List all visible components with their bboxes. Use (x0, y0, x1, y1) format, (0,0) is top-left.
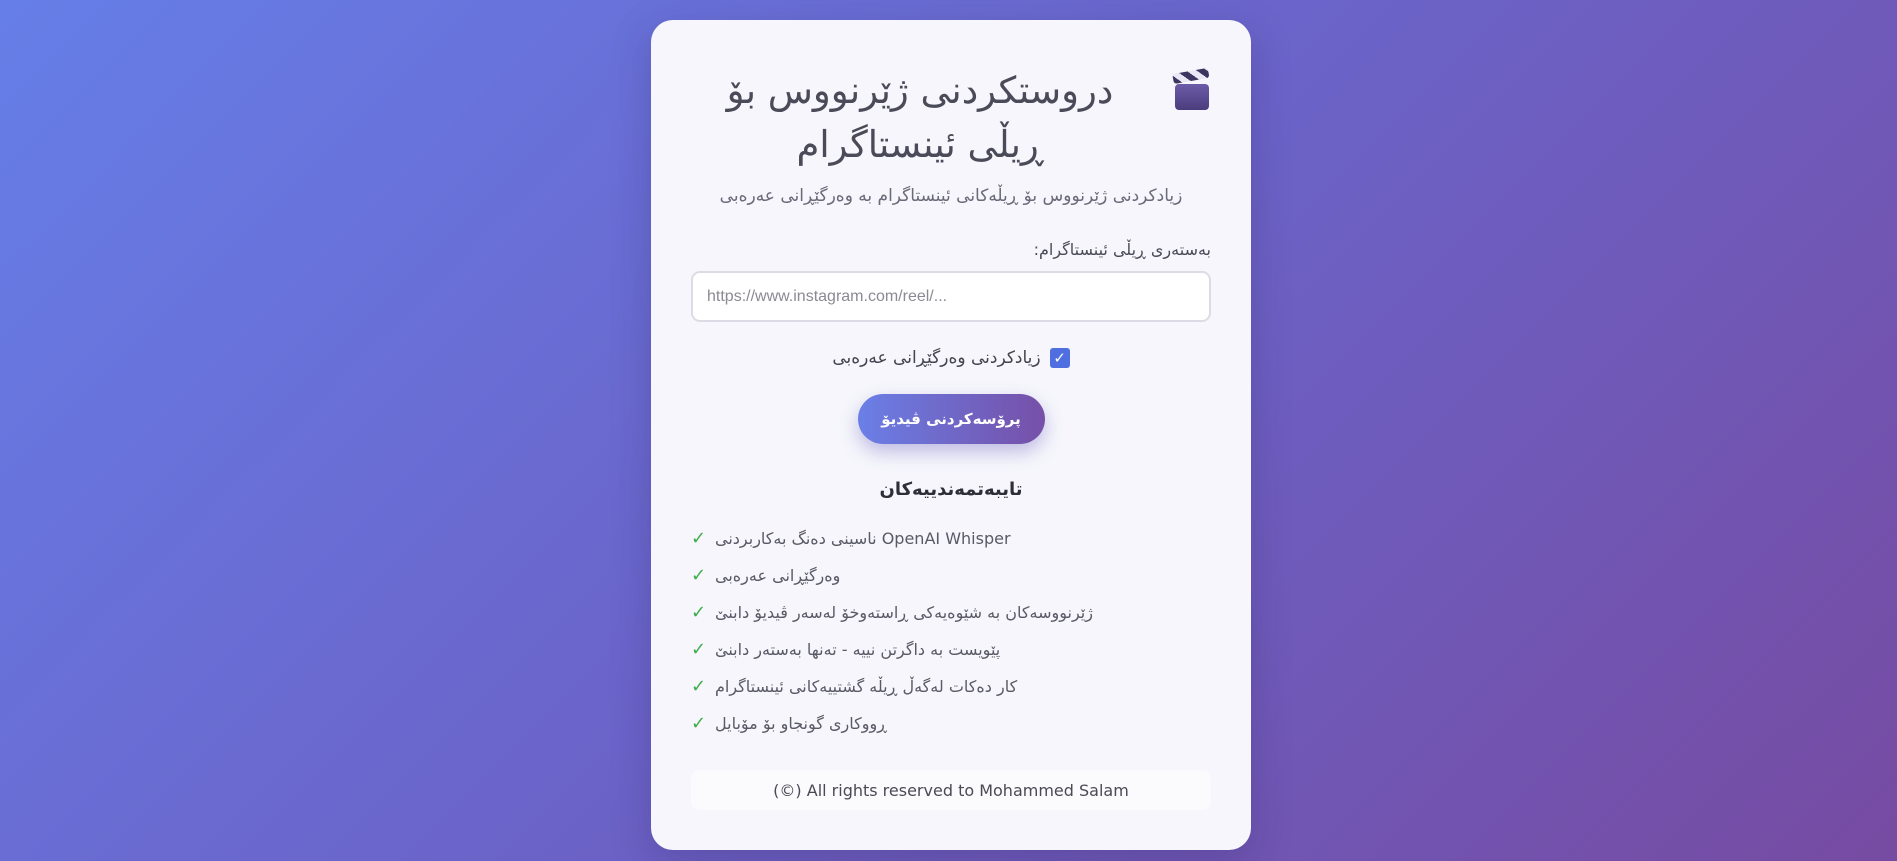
feature-text: ژێرنووسەکان بە شێوەیەکی ڕاستەوخۆ لەسەر ڤ… (715, 603, 1093, 622)
check-icon: ✓ (691, 676, 707, 697)
title-row: دروستکردنی ژێرنووس بۆ ڕیڵی ئینستاگرام (691, 64, 1211, 172)
translate-option[interactable]: ✓ زیادکردنی وەرگێڕانی عەرەبی (691, 348, 1211, 368)
feature-item: ✓ ناسینی دەنگ بەکاربردنی OpenAI Whisper (691, 520, 1211, 557)
feature-item: ✓ وەرگێڕانی عەرەبی (691, 557, 1211, 594)
check-icon: ✓ (691, 639, 707, 660)
check-icon: ✓ (691, 713, 707, 734)
feature-text: پێویست بە داگرتن نییە - تەنها بەستەر داب… (715, 640, 1001, 659)
process-video-button[interactable]: پرۆسەکردنی ڤیدیۆ (857, 394, 1045, 444)
feature-text: وەرگێڕانی عەرەبی (715, 566, 841, 585)
features-list: ✓ ناسینی دەنگ بەکاربردنی OpenAI Whisper … (691, 520, 1211, 742)
footer: (©) All rights reserved to Mohammed Sala… (691, 770, 1211, 810)
feature-item: ✓ پێویست بە داگرتن نییە - تەنها بەستەر د… (691, 631, 1211, 668)
feature-item: ✓ کار دەکات لەگەڵ ڕیڵە گشتییەکانی ئینستا… (691, 668, 1211, 705)
translate-checkbox-label[interactable]: زیادکردنی وەرگێڕانی عەرەبی (832, 348, 1040, 368)
feature-item: ✓ ڕووکاری گونجاو بۆ مۆبایل (691, 705, 1211, 742)
translate-checkbox[interactable]: ✓ (1049, 348, 1070, 368)
checkmark-icon: ✓ (1053, 348, 1066, 367)
feature-text: کار دەکات لەگەڵ ڕیڵە گشتییەکانی ئینستاگر… (715, 677, 1018, 696)
main-card: دروستکردنی ژێرنووس بۆ ڕیڵی ئینستاگرام زی… (651, 20, 1251, 850)
copyright-text: (©) All rights reserved to Mohammed Sala… (773, 780, 1129, 800)
feature-item: ✓ ژێرنووسەکان بە شێوەیەکی ڕاستەوخۆ لەسەر… (691, 594, 1211, 631)
check-icon: ✓ (691, 602, 707, 623)
page-subtitle: زیادکردنی ژێرنووس بۆ ڕیڵەکانی ئینستاگرام… (719, 186, 1183, 206)
clapper-board-icon (1172, 67, 1211, 110)
feature-text: ڕووکاری گونجاو بۆ مۆبایل (715, 714, 887, 733)
url-label: بەستەری ڕیڵی ئینستاگرام: (1033, 240, 1211, 259)
features-heading: تایبەتمەندییەکان (879, 479, 1023, 500)
feature-text: ناسینی دەنگ بەکاربردنی OpenAI Whisper (715, 529, 1011, 548)
page-title: دروستکردنی ژێرنووس بۆ ڕیڵی ئینستاگرام (726, 69, 1114, 166)
reel-url-input[interactable] (691, 271, 1211, 322)
check-icon: ✓ (691, 565, 707, 586)
button-wrapper: پرۆسەکردنی ڤیدیۆ (691, 394, 1211, 444)
check-icon: ✓ (691, 528, 707, 549)
